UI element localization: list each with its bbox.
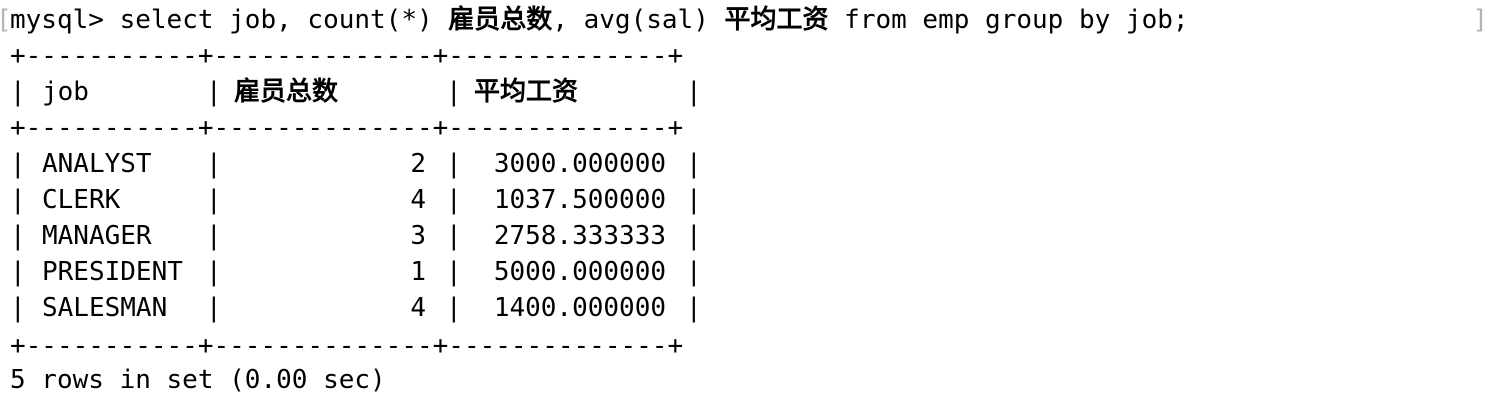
cell-average-salary: 2758.333333 <box>493 221 666 251</box>
column-header-average-salary: 平均工资 <box>474 77 579 107</box>
cell-average-salary: 1037.500000 <box>493 185 666 215</box>
table-border-header: +-----------+--------------+------------… <box>10 113 684 143</box>
cell-job: SALESMAN <box>42 293 168 323</box>
cell-average-salary: 3000.000000 <box>493 149 666 179</box>
cell-average-salary: 5000.000000 <box>493 257 666 287</box>
table-border-top: +-----------+--------------+------------… <box>10 41 684 71</box>
column-separator: | <box>686 257 702 287</box>
query-alias-count: 雇员总数 <box>448 5 553 35</box>
cell-employee-count: 4 <box>410 185 426 215</box>
column-separator: | <box>686 149 702 179</box>
cell-job: CLERK <box>42 185 121 215</box>
column-separator: | <box>10 257 26 287</box>
query-alias-avg: 平均工资 <box>724 5 829 35</box>
cell-job: ANALYST <box>42 149 152 179</box>
column-separator: | <box>206 77 222 107</box>
cell-job: MANAGER <box>42 221 152 251</box>
column-separator: | <box>686 221 702 251</box>
column-separator: | <box>10 221 26 251</box>
column-separator: | <box>686 293 702 323</box>
cell-employee-count: 2 <box>410 149 426 179</box>
column-separator: | <box>446 77 462 107</box>
right-bracket-marker: ] <box>1472 5 1488 35</box>
query-text-part3: from emp group by job; <box>828 5 1189 35</box>
column-separator: | <box>10 293 26 323</box>
column-header-job: job <box>42 77 89 107</box>
terminal-window[interactable]: [ ] mysql> select job, count(*) 雇员总数, av… <box>0 0 1492 410</box>
query-text-part2: , avg(sal) <box>552 5 725 35</box>
command-line[interactable]: mysql> select job, count(*) 雇员总数, avg(sa… <box>10 2 1189 38</box>
result-status-text: 5 rows in set (0.00 sec) <box>10 365 386 395</box>
column-separator: | <box>10 149 26 179</box>
column-header-employee-count: 雇员总数 <box>234 77 339 107</box>
column-separator: | <box>10 77 26 107</box>
column-separator: | <box>686 185 702 215</box>
cell-job: PRESIDENT <box>42 257 183 287</box>
cell-employee-count: 1 <box>410 257 426 287</box>
column-separator: | <box>10 185 26 215</box>
cell-employee-count: 4 <box>410 293 426 323</box>
column-separator: | <box>686 77 702 107</box>
cell-average-salary: 1400.000000 <box>493 293 666 323</box>
table-border-bottom: +-----------+--------------+------------… <box>10 331 684 361</box>
cell-employee-count: 3 <box>410 221 426 251</box>
prompt-label: mysql> <box>10 5 104 35</box>
query-text-part1: select job, count(*) <box>103 5 449 35</box>
